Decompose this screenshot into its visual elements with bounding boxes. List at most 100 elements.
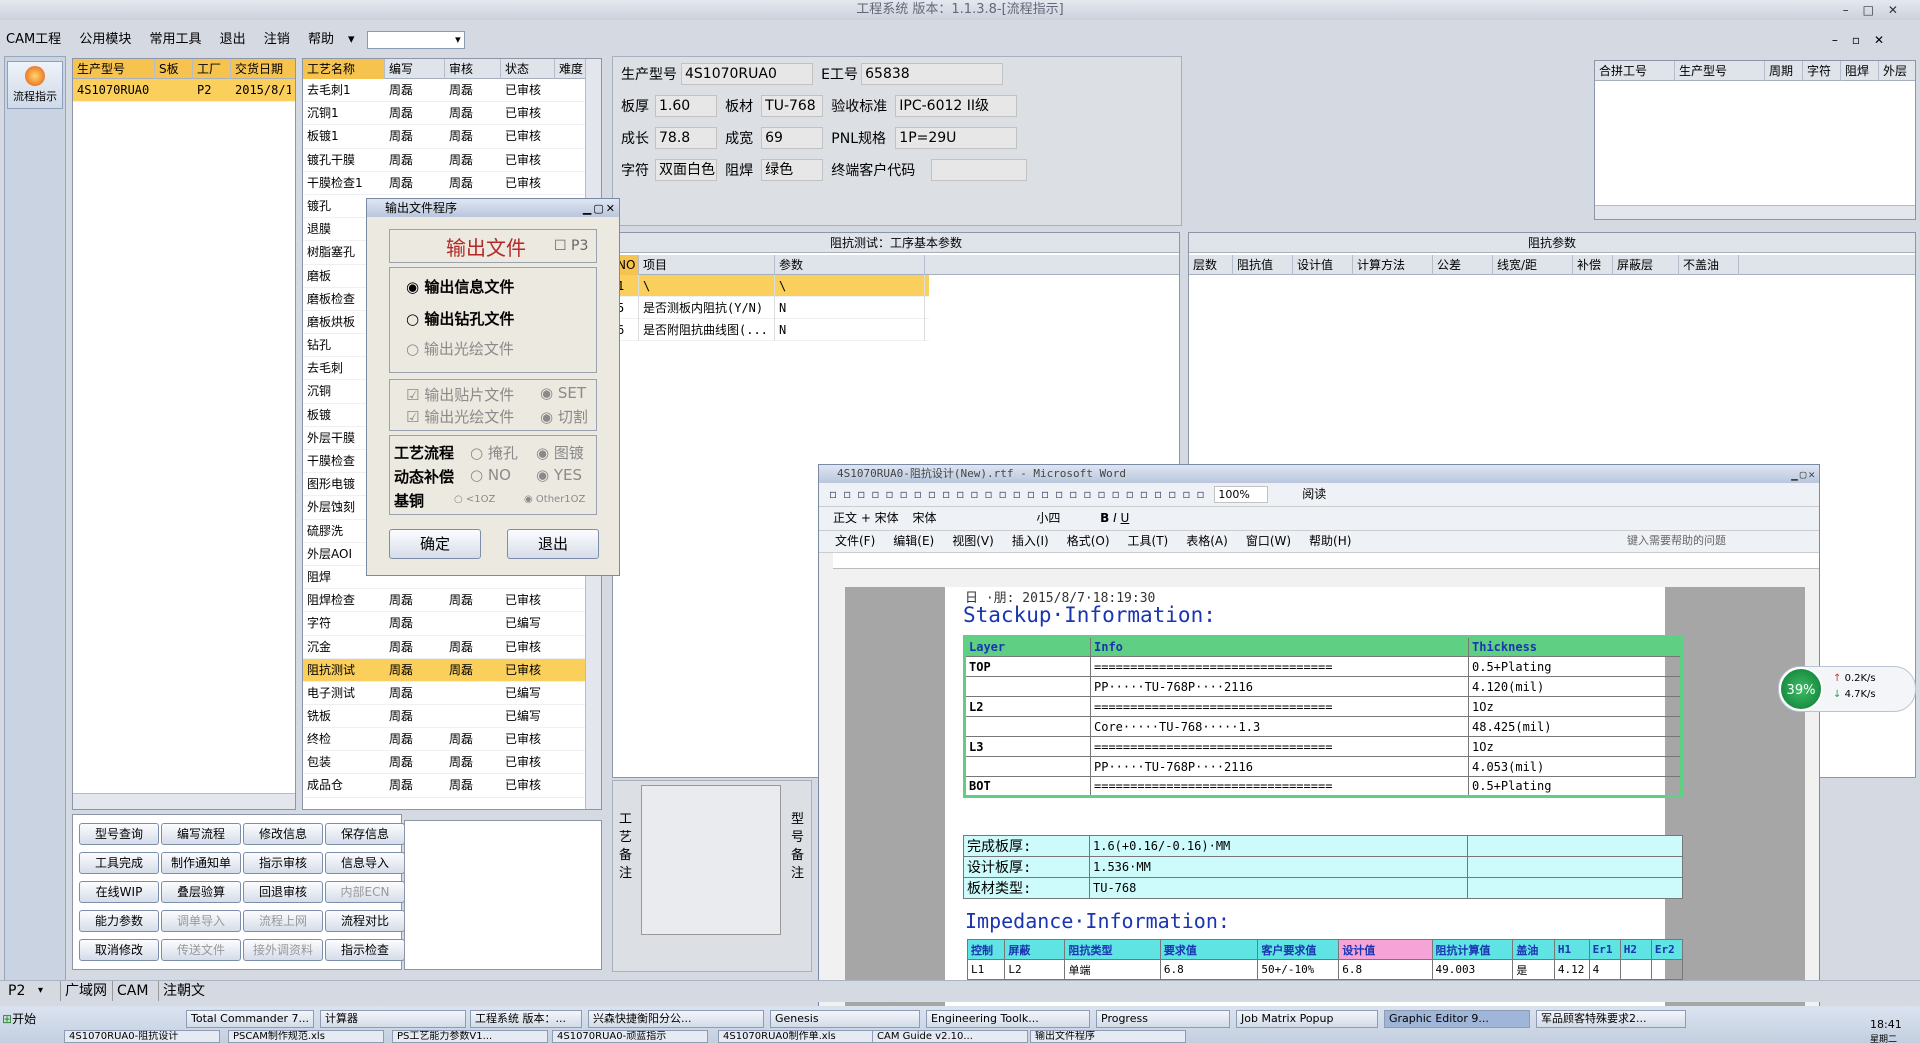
col-model[interactable]: 生产型号: [73, 59, 155, 79]
impedance-param-col[interactable]: 不盖油: [1679, 255, 1739, 275]
table-row[interactable]: 成品仓 周磊 周磊 已审核: [303, 774, 601, 798]
e-field[interactable]: 65838: [861, 63, 1004, 85]
taskbar-item-row2[interactable]: PSCAM制作规范.xls: [228, 1030, 384, 1043]
table-row[interactable]: 板镀1 周磊 周磊 已审核: [303, 125, 601, 149]
chk-photo[interactable]: ☑ 输出光绘文件: [406, 406, 514, 427]
window-controls[interactable]: –□✕: [1843, 0, 1912, 20]
taskbar-item[interactable]: Genesis: [770, 1010, 920, 1028]
radio-no[interactable]: ○ NO: [470, 466, 511, 484]
col-param[interactable]: 参数: [775, 255, 925, 275]
dialog-window-controls[interactable]: ▁▢✕: [583, 200, 617, 218]
taskbar-item[interactable]: Progress: [1096, 1010, 1230, 1028]
opt-photo-radio[interactable]: ○ 输出光绘文件: [406, 338, 514, 359]
table-row[interactable]: 6 是否附阻抗曲线图(... N: [613, 319, 929, 341]
action-button[interactable]: 流程对比: [325, 910, 405, 932]
col-cycle[interactable]: 周期: [1765, 61, 1803, 81]
taskbar-item-row2[interactable]: PS工艺能力参数V1...: [392, 1030, 548, 1043]
taskbar-item[interactable]: Graphic Editor 9...: [1384, 1010, 1530, 1028]
table-row[interactable]: 字符 周磊 已编写: [303, 612, 601, 636]
action-button[interactable]: 修改信息: [243, 823, 323, 845]
word-menu-item[interactable]: 工具(T): [1128, 534, 1169, 548]
opt-info-radio[interactable]: ◉ 输出信息文件: [406, 276, 514, 297]
child-window-controls[interactable]: –▫✕: [1832, 28, 1898, 52]
action-button[interactable]: 叠层验算: [161, 881, 241, 903]
zoom-combo[interactable]: 100%: [1214, 486, 1269, 503]
col-process[interactable]: 工艺名称: [303, 59, 385, 79]
taskbar-item[interactable]: Total Commander 7...: [186, 1010, 314, 1028]
table-row[interactable]: 干膜检查1 周磊 周磊 已审核: [303, 172, 601, 195]
radio-cut[interactable]: ◉ 切割: [540, 406, 588, 427]
pnl-field[interactable]: 1P=29U: [895, 127, 1018, 149]
table-row[interactable]: 包装 周磊 周磊 已审核: [303, 751, 601, 775]
bold-button[interactable]: B: [1100, 511, 1109, 525]
taskbar-item-row2[interactable]: 输出文件程序: [1030, 1030, 1186, 1043]
word-menu-item[interactable]: 文件(F): [835, 534, 875, 548]
table-row[interactable]: 阻焊检查 周磊 周磊 已审核: [303, 589, 601, 613]
taskbar-item[interactable]: 军品顾客特殊要求2...: [1536, 1010, 1686, 1028]
taskbar-item-row2[interactable]: 4S1070RUA0制作单.xls: [718, 1030, 874, 1043]
taskbar-item-row2[interactable]: 4S1070RUA0-顽蓝指示: [552, 1030, 708, 1043]
chk-smt[interactable]: ☑ 输出贴片文件: [406, 384, 514, 405]
taskbar-item[interactable]: 计算器: [320, 1010, 466, 1028]
underline-button[interactable]: U: [1121, 511, 1130, 525]
menu-help[interactable]: 帮助: [308, 32, 334, 47]
impedance-param-col[interactable]: 屏蔽层: [1613, 255, 1679, 275]
horizontal-scrollbar[interactable]: [73, 793, 295, 809]
impedance-param-col[interactable]: 线宽/距: [1493, 255, 1573, 275]
impedance-param-col[interactable]: 计算方法: [1353, 255, 1433, 275]
menu-common[interactable]: 公用模块: [79, 32, 131, 47]
col-reviewer[interactable]: 审核: [445, 59, 501, 79]
radio-plating[interactable]: ◉ 图镀: [536, 442, 584, 463]
radio-cu-lt[interactable]: ○ <1OZ: [454, 494, 495, 505]
action-button[interactable]: 调单导入: [161, 910, 241, 932]
impedance-param-col[interactable]: 补偿: [1573, 255, 1613, 275]
word-menu-item[interactable]: 编辑(E): [893, 534, 934, 548]
model-field[interactable]: 4S1070RUA0: [681, 63, 813, 85]
radio-set[interactable]: ◉ SET: [540, 384, 586, 402]
impedance-param-col[interactable]: 公差: [1433, 255, 1493, 275]
action-button[interactable]: 指示检查: [325, 939, 405, 961]
action-button[interactable]: 编写流程: [161, 823, 241, 845]
radio-yes[interactable]: ◉ YES: [536, 466, 582, 484]
col-sm[interactable]: 阻焊: [1841, 61, 1879, 81]
std-field[interactable]: IPC-6012 II级: [895, 95, 1018, 117]
action-button[interactable]: 在线WIP: [79, 881, 159, 903]
merge-scrollbar[interactable]: [1595, 205, 1915, 219]
ok-button[interactable]: 确定: [389, 529, 481, 559]
word-menu-item[interactable]: 帮助(H): [1309, 534, 1351, 548]
word-menu-item[interactable]: 格式(O): [1067, 534, 1110, 548]
len-field[interactable]: 78.8: [655, 127, 717, 149]
table-row[interactable]: 沉金 周磊 周磊 已审核: [303, 636, 601, 659]
exit-button[interactable]: 退出: [507, 529, 599, 559]
char-field[interactable]: 双面白色: [655, 159, 717, 181]
help-search-input[interactable]: 键入需要帮助的问题: [1627, 531, 1726, 551]
action-button[interactable]: 工具完成: [79, 852, 159, 874]
col-status[interactable]: 状态: [501, 59, 555, 79]
col-writer[interactable]: 编写: [385, 59, 445, 79]
cust-field[interactable]: [931, 159, 1028, 181]
col-char[interactable]: 字符: [1803, 61, 1841, 81]
menu-tools[interactable]: 常用工具: [149, 32, 201, 47]
word-menu-item[interactable]: 插入(I): [1012, 534, 1049, 548]
mat-field[interactable]: TU-768: [761, 95, 824, 117]
table-row[interactable]: 沉铜1 周磊 周磊 已审核: [303, 102, 601, 126]
table-row[interactable]: 铣板 周磊 已编写: [303, 705, 601, 729]
size-combo[interactable]: 小四: [1036, 507, 1096, 529]
menu-combo[interactable]: [366, 28, 465, 52]
action-button[interactable]: 流程上网: [243, 910, 323, 932]
word-window-controls[interactable]: ▁▢✕: [1791, 466, 1817, 484]
action-button[interactable]: 型号查询: [79, 823, 159, 845]
read-button[interactable]: 阅读: [1302, 487, 1326, 501]
action-button[interactable]: 内部ECN: [325, 881, 405, 903]
sm-field[interactable]: 绿色: [761, 159, 824, 181]
menu-logout[interactable]: 注销: [264, 32, 290, 47]
table-row[interactable]: 电子测试 周磊 已编写: [303, 682, 601, 705]
word-menu-item[interactable]: 表格(A): [1186, 534, 1228, 548]
table-row[interactable]: 4S1070RUA0 P2 2015/8/12: [73, 79, 295, 102]
table-row[interactable]: 镀孔干膜 周磊 周磊 已审核: [303, 149, 601, 172]
col-date[interactable]: 交货日期: [231, 59, 291, 79]
col-item[interactable]: 项目: [639, 255, 775, 275]
factory-status[interactable]: P2: [8, 981, 25, 1001]
col-factory[interactable]: 工厂: [193, 59, 231, 79]
action-button[interactable]: 指示审核: [243, 852, 323, 874]
